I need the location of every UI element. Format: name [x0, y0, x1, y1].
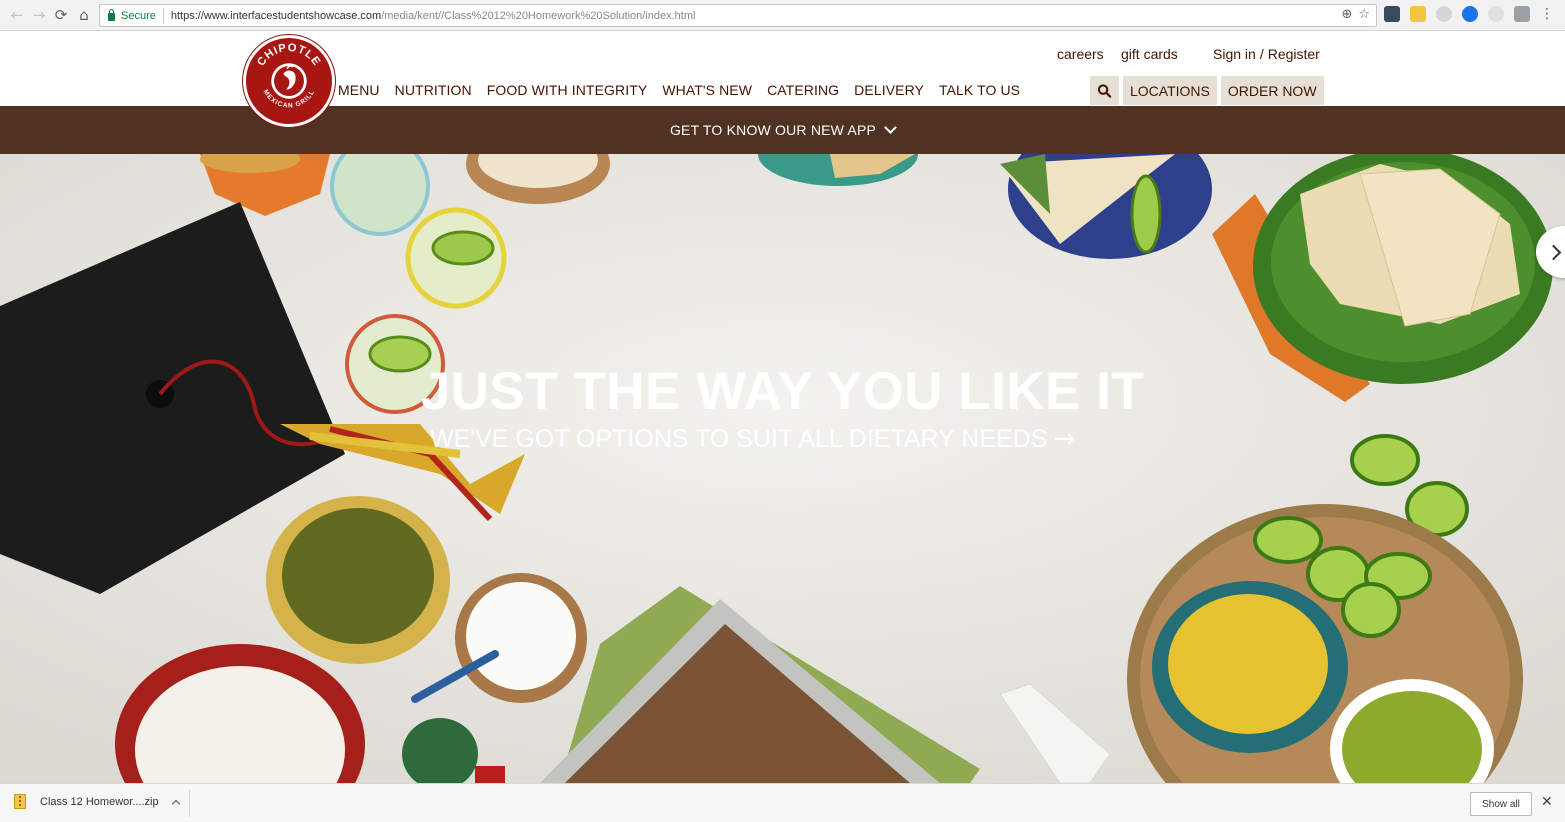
- account-separator: /: [1259, 46, 1264, 62]
- nav-nutrition[interactable]: NUTRITION: [395, 82, 472, 98]
- download-item[interactable]: Class 12 Homewor....zip: [14, 794, 180, 809]
- nav-whats-new[interactable]: WHAT'S NEW: [662, 82, 752, 98]
- close-icon[interactable]: ✕: [1541, 794, 1553, 810]
- nav-menu[interactable]: MENU: [338, 82, 380, 98]
- chipotle-logo[interactable]: CHIPOTLE MEXICAN GRILL: [243, 35, 335, 127]
- nav-talk-to-us[interactable]: TALK TO US: [939, 82, 1020, 98]
- extension-blue-icon[interactable]: [1462, 6, 1478, 22]
- nav-delivery[interactable]: DELIVERY: [854, 82, 924, 98]
- locations-button[interactable]: LOCATIONS: [1123, 76, 1217, 105]
- url-separator: [162, 8, 164, 23]
- lock-icon: [108, 8, 115, 21]
- secure-label: Secure: [121, 9, 156, 22]
- utility-nav-gift: gift cards: [1121, 46, 1178, 62]
- extension-notes-icon[interactable]: [1410, 6, 1426, 22]
- reload-icon[interactable]: ⟳: [50, 4, 72, 26]
- gift-cards-link[interactable]: gift cards: [1121, 46, 1178, 62]
- nav-catering[interactable]: CATERING: [767, 82, 839, 98]
- hero-banner[interactable]: JUST THE WAY YOU LIKE IT WE'VE GOT OPTIO…: [0, 154, 1565, 783]
- chevron-up-icon[interactable]: [171, 799, 180, 808]
- extension-gray-icon[interactable]: [1488, 6, 1504, 22]
- download-file-name: Class 12 Homewor....zip: [40, 795, 159, 808]
- bookmark-star-icon[interactable]: ☆: [1358, 7, 1370, 22]
- register-link[interactable]: Register: [1268, 46, 1320, 62]
- back-icon[interactable]: ←: [6, 4, 28, 26]
- download-bar: Class 12 Homewor....zip Show all ✕: [0, 783, 1565, 822]
- arrow-right-icon: →: [1053, 424, 1076, 454]
- extension-pocket-icon[interactable]: [1384, 6, 1400, 22]
- hero-food-image: [0, 154, 1565, 783]
- header-actions: LOCATIONS ORDER NOW: [1090, 76, 1324, 105]
- hero-subtitle-link[interactable]: WE'VE GOT OPTIONS TO SUIT ALL DIETARY NE…: [430, 424, 1075, 454]
- browser-toolbar: ← → ⟳ ⌂ Secure https://www.interfacestud…: [0, 0, 1565, 31]
- url-path: /media/kent//Class%2012%20Homework%20Sol…: [381, 9, 696, 22]
- extension-cube-icon[interactable]: [1436, 6, 1452, 22]
- search-button[interactable]: [1090, 76, 1119, 105]
- sign-in-link[interactable]: Sign in: [1213, 46, 1256, 62]
- home-icon[interactable]: ⌂: [73, 4, 95, 26]
- hero-title: JUST THE WAY YOU LIKE IT: [420, 362, 1145, 421]
- nav-food-with-integrity[interactable]: FOOD WITH INTEGRITY: [487, 82, 648, 98]
- secure-indicator[interactable]: Secure: [100, 8, 156, 22]
- browser-menu-icon[interactable]: ⋮: [1540, 6, 1554, 22]
- order-now-button[interactable]: ORDER NOW: [1220, 76, 1324, 105]
- show-all-button[interactable]: Show all: [1470, 792, 1532, 816]
- zoom-icon[interactable]: ⊕: [1341, 7, 1352, 22]
- extension-puzzle-icon[interactable]: [1514, 6, 1530, 22]
- app-banner-label: GET TO KNOW OUR NEW APP: [669, 122, 877, 138]
- forward-icon[interactable]: →: [28, 4, 50, 26]
- logo-graphic: CHIPOTLE MEXICAN GRILL: [248, 40, 330, 122]
- utility-nav: careers: [1057, 46, 1104, 62]
- zip-file-icon: [14, 794, 26, 809]
- app-banner[interactable]: GET TO KNOW OUR NEW APP: [0, 106, 1565, 154]
- careers-link[interactable]: careers: [1057, 46, 1104, 62]
- search-icon: [1097, 83, 1112, 98]
- chevron-down-icon: [884, 121, 897, 134]
- main-nav: MENU NUTRITION FOOD WITH INTEGRITY WHAT'…: [338, 82, 1020, 98]
- download-separator: [189, 790, 190, 817]
- url-host: https://www.interfacestudentshowcase.com: [170, 9, 382, 22]
- extensions-area: ⋮: [1384, 6, 1554, 22]
- hero-subtitle: WE'VE GOT OPTIONS TO SUIT ALL DIETARY NE…: [430, 424, 1048, 453]
- utility-nav-account: Sign in / Register: [1213, 46, 1320, 62]
- address-bar[interactable]: Secure https://www.interfacestudentshowc…: [99, 4, 1377, 27]
